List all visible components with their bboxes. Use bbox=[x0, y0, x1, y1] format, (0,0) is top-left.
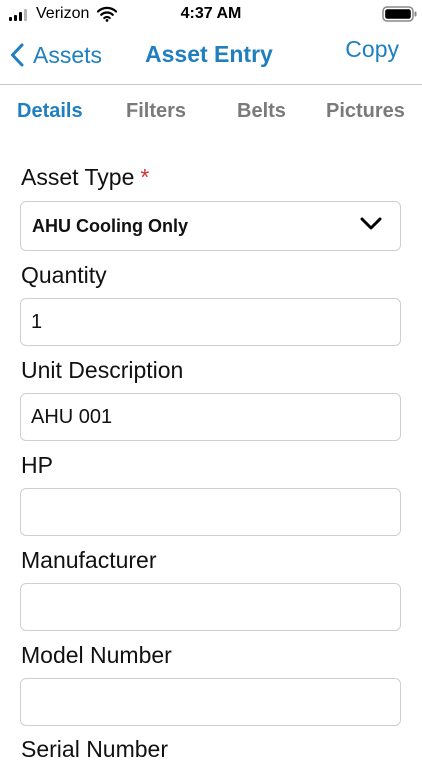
tab-details[interactable]: Details bbox=[17, 100, 83, 123]
unit-description-value: AHU 001 bbox=[31, 406, 113, 428]
hp-field[interactable] bbox=[20, 488, 401, 536]
back-button[interactable]: Assets bbox=[10, 38, 102, 72]
page-title: Asset Entry bbox=[145, 41, 273, 67]
tab-filters[interactable]: Filters bbox=[126, 100, 186, 123]
tab-belts[interactable]: Belts bbox=[237, 100, 286, 123]
asset-type-label: Asset Type * bbox=[21, 164, 149, 191]
model-number-field[interactable] bbox=[20, 678, 401, 726]
copy-button[interactable]: Copy bbox=[345, 36, 399, 63]
unit-description-field[interactable]: AHU 001 bbox=[20, 393, 401, 441]
tab-bar: Details Filters Belts Pictures bbox=[0, 100, 422, 130]
asset-type-value: AHU Cooling Only bbox=[32, 216, 188, 236]
quantity-field[interactable]: 1 bbox=[20, 298, 401, 346]
chevron-down-icon bbox=[360, 217, 382, 230]
status-time: 4:37 AM bbox=[180, 5, 242, 22]
navigation-bar: Assets Asset Entry Copy bbox=[0, 28, 422, 85]
manufacturer-label: Manufacturer bbox=[21, 547, 157, 573]
tab-pictures[interactable]: Pictures bbox=[326, 100, 405, 123]
required-indicator: * bbox=[140, 164, 150, 190]
quantity-label: Quantity bbox=[21, 262, 107, 288]
model-number-label: Model Number bbox=[21, 642, 172, 668]
back-label: Assets bbox=[33, 41, 103, 68]
unit-description-label: Unit Description bbox=[21, 357, 184, 383]
quantity-value: 1 bbox=[31, 311, 43, 333]
manufacturer-field[interactable] bbox=[20, 583, 401, 631]
asset-type-select[interactable]: AHU Cooling Only bbox=[20, 201, 401, 251]
asset-type-label-text: Asset Type bbox=[21, 164, 135, 190]
hp-label: HP bbox=[21, 452, 53, 478]
chevron-left-icon bbox=[11, 43, 24, 67]
status-bar: Verizon 4:37 AM bbox=[0, 0, 422, 28]
battery-icon bbox=[382, 6, 417, 22]
